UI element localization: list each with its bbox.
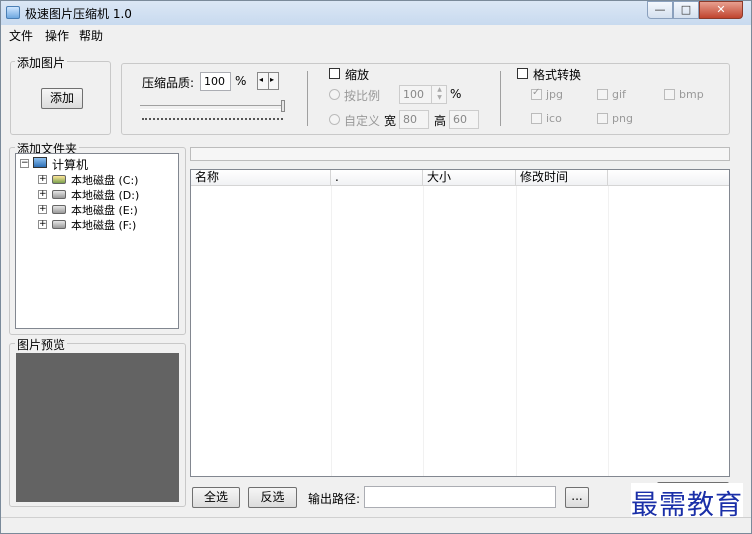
column-line [608,186,609,476]
scale-height-input[interactable]: 60 [449,110,479,129]
column-line [331,186,332,476]
file-list[interactable]: 名称 . 大小 修改时间 [190,169,730,477]
spinner-right-icon[interactable]: ▸ [270,75,274,84]
add-image-group-label: 添加图片 [15,54,68,71]
format-gif-checkbox[interactable] [597,89,608,100]
select-all-button[interactable]: 全选 [192,487,240,508]
expand-icon[interactable]: + [38,220,47,229]
status-bar [1,517,751,533]
close-button[interactable]: ✕ [699,1,743,19]
add-image-button[interactable]: 添加 [41,88,83,109]
scale-custom-radio[interactable] [329,114,340,125]
menu-help[interactable]: 帮助 [79,27,103,44]
tree-root-computer[interactable]: 计算机 [52,156,88,173]
window-title: 极速图片压缩机 1.0 [25,7,132,21]
progress-bar [190,147,730,161]
format-ico-label: ico [546,112,562,125]
scale-width-input[interactable]: 80 [399,110,429,129]
format-jpg-label: jpg [546,88,564,101]
format-jpg-checkbox[interactable]: ✓ [531,87,542,100]
quality-unit: % [235,74,247,88]
quality-slider-track[interactable] [140,105,285,110]
tree-drive-c[interactable]: 本地磁盘 (C:) [71,172,138,188]
check-icon: ✓ [532,87,541,98]
format-bmp-label: bmp [679,88,704,101]
quality-label: 压缩品质: [142,76,195,90]
drive-icon [52,190,66,199]
app-icon [6,6,20,19]
output-path-input[interactable] [364,486,556,508]
image-preview [16,353,179,502]
drive-icon [52,220,66,229]
collapse-icon[interactable]: − [20,159,29,168]
scale-label: 缩放 [345,68,370,82]
column-line [516,186,517,476]
system-drive-icon [52,175,66,184]
tree-drive-d[interactable]: 本地磁盘 (D:) [71,187,139,203]
menu-operate[interactable]: 操作 [45,27,69,44]
browse-button[interactable]: ... [565,487,589,508]
column-header-name[interactable]: 名称 [191,170,331,186]
minimize-button[interactable]: — [647,1,673,19]
invert-selection-button[interactable]: 反选 [248,487,297,508]
scale-ratio-spinner[interactable]: ▲ ▼ [431,86,447,103]
maximize-button[interactable]: □ [673,1,699,19]
column-line [423,186,424,476]
format-png-label: png [612,112,633,125]
separator-1 [307,71,308,126]
quality-slider-thumb[interactable] [281,100,285,112]
quality-input[interactable]: 100 [200,72,231,91]
tree-drive-e[interactable]: 本地磁盘 (E:) [71,202,138,218]
format-checkbox[interactable] [517,68,528,79]
folder-tree[interactable]: − 计算机 + 本地磁盘 (C:) + 本地磁盘 (D:) + 本地磁盘 (E:… [15,153,179,329]
separator-2 [500,71,501,126]
format-gif-label: gif [612,88,626,101]
scale-ratio-radio[interactable] [329,89,340,100]
format-png-checkbox[interactable] [597,113,608,124]
expand-icon[interactable]: + [38,205,47,214]
scale-ratio-label: 按比例 [344,89,381,103]
expand-icon[interactable]: + [38,175,47,184]
column-header-modified[interactable]: 修改时间 [516,170,608,186]
scale-height-label: 高 [434,114,447,128]
app-window: 极速图片压缩机 1.0 — □ ✕ 文件 操作 帮助 添加图片 添加 压缩品质:… [0,0,752,534]
quality-spinner[interactable]: ◂ ▸ [257,72,279,90]
spinner-divider [268,73,269,89]
preview-group-label: 图片预览 [15,336,68,353]
scale-ratio-unit: % [450,87,462,101]
tree-drive-f[interactable]: 本地磁盘 (F:) [71,217,136,233]
scale-width-label: 宽 [384,114,397,128]
title-bar: 极速图片压缩机 1.0 — □ ✕ [1,1,751,26]
column-header-empty [608,170,729,186]
scale-custom-label: 自定义 [344,114,381,128]
column-header-size[interactable]: 大小 [423,170,516,186]
output-path-label: 输出路径: [308,492,361,506]
scale-checkbox[interactable] [329,68,340,79]
menu-file[interactable]: 文件 [9,27,33,44]
expand-icon[interactable]: + [38,190,47,199]
menu-bar: 文件 操作 帮助 [1,25,751,44]
column-header-ext[interactable]: . [331,170,423,186]
quality-slider-ticks [142,118,283,122]
computer-icon [33,157,47,168]
format-ico-checkbox[interactable] [531,113,542,124]
format-bmp-checkbox[interactable] [664,89,675,100]
format-label: 格式转换 [533,68,582,82]
spinner-left-icon[interactable]: ◂ [259,75,263,84]
drive-icon [52,205,66,214]
